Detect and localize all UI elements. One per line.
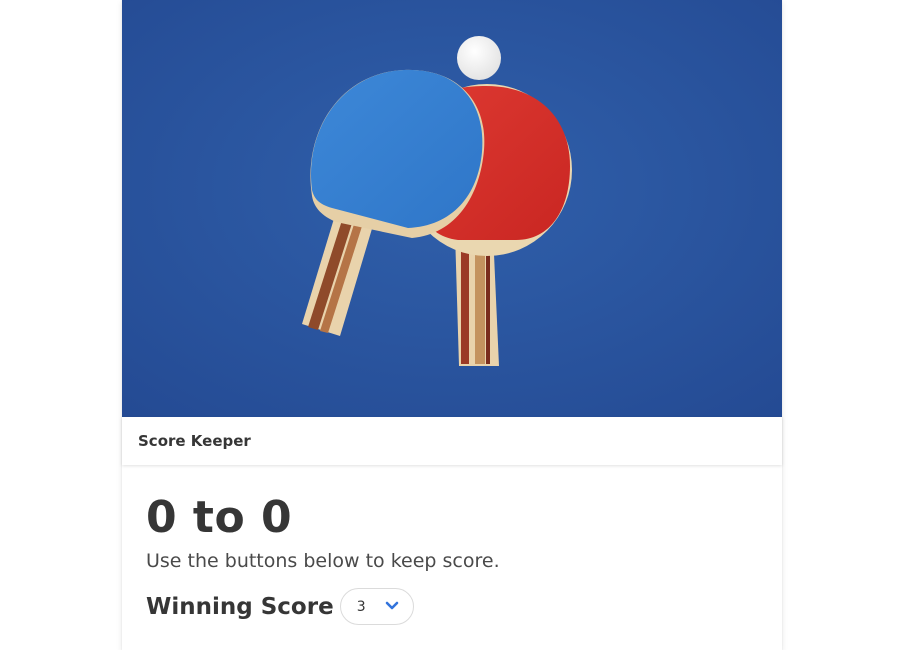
card-header-title: Score Keeper (138, 432, 251, 450)
winning-score-select[interactable]: 3 (339, 588, 414, 625)
score-display: 0 to 0 (146, 492, 293, 543)
card-content: 0 to 0 Use the buttons below to keep sco… (146, 490, 758, 625)
chevron-down-icon (385, 601, 398, 610)
hero-image (122, 0, 782, 417)
score-instructions: Use the buttons below to keep score. (146, 550, 500, 572)
winning-score-label: Winning Score (146, 593, 334, 620)
score-keeper-card: Score Keeper 0 to 0 Use the buttons belo… (122, 0, 782, 650)
winning-score-row: Winning Score 3 (146, 588, 758, 625)
card-header: Score Keeper (122, 417, 782, 465)
winning-score-selected-value: 3 (356, 598, 366, 615)
ping-pong-paddles-image (122, 0, 782, 417)
